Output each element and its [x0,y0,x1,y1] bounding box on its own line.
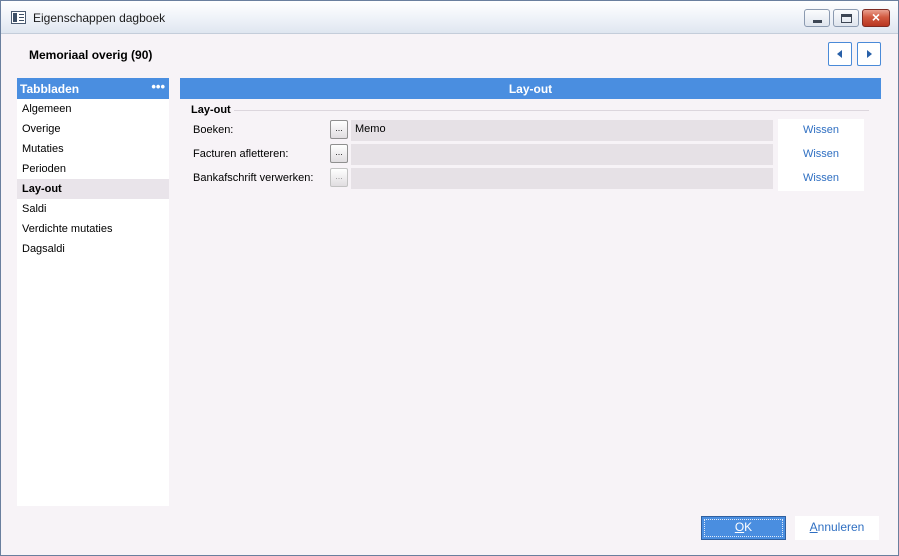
next-record-button[interactable] [857,42,881,66]
cancel-accelerator: A [809,520,818,534]
ok-accelerator: O [734,520,745,534]
maximize-button[interactable] [833,9,859,27]
sidebar-item-dagsaldi[interactable]: Dagsaldi [17,239,169,259]
tabs-sidebar: Tabbladen ••• Algemeen Overige Mutaties … [17,78,169,506]
boeken-label: Boeken: [193,124,234,136]
previous-record-button[interactable] [828,42,852,66]
facturen-afletteren-browse-button[interactable]: ... [330,144,348,163]
ok-label-rest: K [744,520,753,534]
boeken-clear-link[interactable]: Wissen [778,124,864,136]
bankafschrift-verwerken-browse-button[interactable]: ... [330,168,348,187]
boeken-clear-cell: Wissen [778,119,864,143]
bankafschrift-verwerken-clear-link[interactable]: Wissen [778,172,864,184]
boeken-browse-button[interactable]: ... [330,120,348,139]
sidebar-item-mutaties[interactable]: Mutaties [17,139,169,159]
minimize-button[interactable] [804,9,830,27]
chevron-right-icon [867,50,872,58]
window-title: Eigenschappen dagboek [33,11,166,25]
bankafschrift-verwerken-label: Bankafschrift verwerken: [193,172,314,184]
sidebar-item-algemeen[interactable]: Algemeen [17,99,169,119]
title-bar[interactable]: Eigenschappen dagboek × [1,1,898,34]
facturen-afletteren-field[interactable] [351,144,773,165]
close-button[interactable]: × [862,9,890,27]
sidebar-title: Tabbladen [20,82,80,96]
close-icon: × [871,9,881,25]
facturen-afletteren-clear-link[interactable]: Wissen [778,148,864,160]
cancel-button[interactable]: Annuleren [795,516,879,540]
minimize-icon [813,20,822,23]
sidebar-header: Tabbladen ••• [17,78,169,99]
ok-button[interactable]: OK [701,516,786,540]
bankafschrift-verwerken-field[interactable] [351,168,773,189]
more-options-icon[interactable]: ••• [151,79,165,94]
boeken-field[interactable]: Memo [351,120,773,141]
facturen-afletteren-label: Facturen afletteren: [193,148,289,160]
bankafschrift-verwerken-clear-cell: Wissen [778,167,864,191]
journal-window-icon [11,11,26,24]
group-divider [234,110,869,111]
group-label: Lay-out [191,104,231,116]
sidebar-item-lay-out[interactable]: Lay-out [17,179,169,199]
record-title: Memoriaal overig (90) [29,48,153,62]
sidebar-item-overige[interactable]: Overige [17,119,169,139]
sidebar-item-perioden[interactable]: Perioden [17,159,169,179]
cancel-label-rest: nnuleren [817,520,865,534]
sidebar-item-verdichte-mutaties[interactable]: Verdichte mutaties [17,219,169,239]
maximize-icon [841,14,852,23]
sidebar-item-saldi[interactable]: Saldi [17,199,169,219]
properties-dialog: Eigenschappen dagboek × Memoriaal overig… [0,0,899,556]
section-header: Lay-out [180,78,881,99]
facturen-afletteren-clear-cell: Wissen [778,143,864,167]
chevron-left-icon [837,50,842,58]
